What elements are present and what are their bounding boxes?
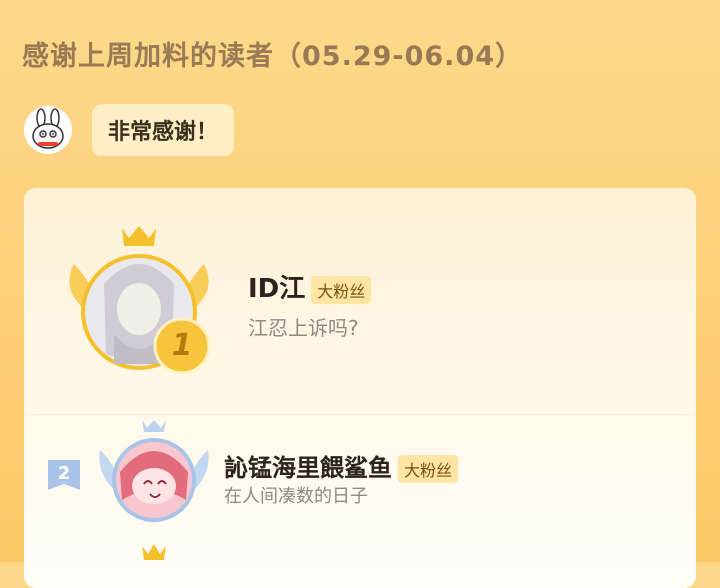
rank-2-name: 訫锰海里餵鲨鱼 大粉丝 bbox=[224, 448, 459, 483]
crown-icon bbox=[142, 420, 166, 432]
rank-1-motto: 江忍上诉吗? bbox=[248, 316, 359, 340]
fan-badge: 大粉丝 bbox=[311, 275, 372, 304]
page-title: 感谢上周加料的读者（05.29-06.04） bbox=[22, 41, 524, 72]
rank-1-name: ID江 大粉丝 bbox=[248, 268, 372, 305]
leaderboard-card: 1 ID江 大粉丝 江忍上诉吗? 2 訫锰海里餵鲨鱼 大粉丝 在人间凑数的日子 bbox=[24, 188, 696, 588]
crown-icon bbox=[122, 226, 156, 246]
divider bbox=[24, 414, 696, 415]
thanks-bubble: 非常感谢！ bbox=[92, 104, 235, 156]
bunny-mascot-icon bbox=[24, 106, 72, 154]
rank-1-number: 1 bbox=[171, 328, 193, 363]
username: ID江 bbox=[248, 274, 306, 304]
crown-icon bbox=[134, 540, 174, 564]
fan-badge: 大粉丝 bbox=[398, 455, 459, 483]
rank-2-motto: 在人间凑数的日子 bbox=[224, 486, 368, 507]
rank-2-avatar-frame bbox=[94, 420, 214, 530]
rank-2-number: 2 bbox=[57, 463, 71, 484]
username: 訫锰海里餵鲨鱼 bbox=[224, 454, 392, 482]
